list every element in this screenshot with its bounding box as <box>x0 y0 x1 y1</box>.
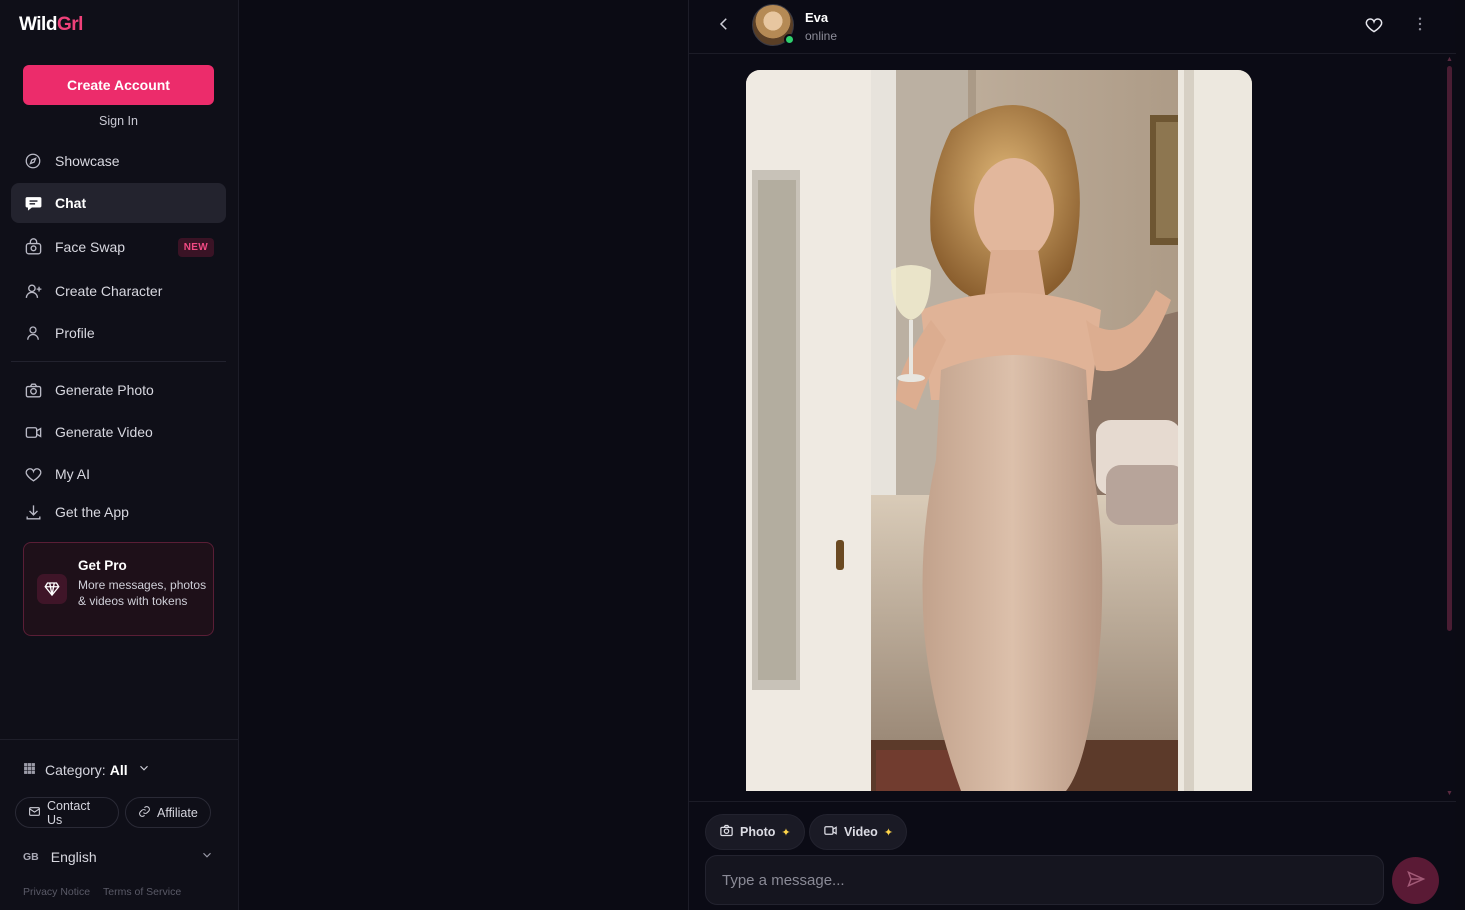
video-icon <box>11 423 55 442</box>
diamond-icon <box>37 574 67 604</box>
nav-label: Create Character <box>55 283 163 299</box>
heart-icon[interactable] <box>1364 15 1384 40</box>
scroll-down-icon[interactable]: ▼ <box>1446 790 1453 797</box>
nav-label: My AI <box>55 466 91 482</box>
back-arrow-icon[interactable] <box>715 15 733 38</box>
brand-name-part1: Wild <box>19 14 57 35</box>
contact-us-label: Contact Us <box>47 798 91 827</box>
photo-message[interactable] <box>746 70 1252 791</box>
compass-icon <box>11 152 55 170</box>
create-account-button[interactable]: Create Account <box>23 65 214 105</box>
link-icon <box>138 805 151 821</box>
scrollbar-thumb[interactable] <box>1447 66 1452 631</box>
send-icon <box>1406 869 1426 892</box>
nav-label: Generate Photo <box>55 382 154 398</box>
nav-label: Generate Video <box>55 424 153 440</box>
language-value: English <box>50 848 97 865</box>
camera-icon <box>11 381 55 400</box>
empty-content-area <box>239 0 688 910</box>
scroll-up-icon[interactable]: ▲ <box>1446 56 1453 63</box>
affiliate-button[interactable]: Affiliate <box>125 797 211 828</box>
sidebar: WildGrl Create Account Sign In Showcase … <box>0 0 239 910</box>
new-badge: NEW <box>177 237 214 257</box>
user-icon <box>11 324 55 342</box>
language-flag: GB <box>23 850 39 863</box>
affiliate-label: Affiliate <box>157 805 198 820</box>
sign-in-link[interactable]: Sign In <box>0 114 237 128</box>
nav-label: Showcase <box>55 153 120 169</box>
video-chip-label: Video <box>844 825 878 839</box>
nav-item-showcase[interactable]: Showcase <box>11 141 226 181</box>
nav-item-generate-video[interactable]: Generate Video <box>11 412 226 452</box>
nav-item-chat[interactable]: Chat <box>11 183 226 223</box>
nav-label: Get the App <box>55 504 129 520</box>
category-label: Category: <box>45 761 106 778</box>
send-button[interactable] <box>1392 857 1439 904</box>
video-request-chip[interactable]: Video ✦ <box>809 814 908 850</box>
app-root: WildGrl Create Account Sign In Showcase … <box>0 0 1465 910</box>
mail-icon <box>28 805 41 821</box>
nav-item-my-ai[interactable]: My AI <box>11 454 226 494</box>
chat-contact-status: online <box>805 29 838 43</box>
sidebar-bottom-divider <box>0 739 238 740</box>
heart-icon <box>11 465 55 484</box>
photo-request-chip[interactable]: Photo ✦ <box>705 814 805 850</box>
nav-label: Chat <box>55 195 87 211</box>
chat-header: Eva online <box>689 0 1456 54</box>
brand-logo[interactable]: WildGrl <box>19 14 83 36</box>
message-input[interactable] <box>705 855 1384 905</box>
photo-message-image <box>746 70 1252 791</box>
get-pro-title: Get Pro <box>78 558 127 573</box>
chat-contact-name: Eva <box>805 10 829 25</box>
nav-item-get-the-app[interactable]: Get the App <box>11 492 226 532</box>
nav-item-profile[interactable]: Profile <box>11 313 226 353</box>
brand-name-part2: Grl <box>56 14 83 35</box>
nav-label: Face Swap <box>55 239 126 255</box>
chevron-down-icon <box>137 761 151 778</box>
nav-item-generate-photo[interactable]: Generate Photo <box>11 370 226 410</box>
get-pro-card[interactable]: Get Pro More messages, photos & videos w… <box>23 542 214 636</box>
face-swap-icon <box>11 237 55 257</box>
message-list: ▲ ▼ <box>689 54 1456 801</box>
grid-icon <box>23 762 36 778</box>
privacy-notice-link[interactable]: Privacy Notice <box>23 886 90 898</box>
video-icon <box>823 823 838 841</box>
chat-bubble-icon <box>11 194 55 213</box>
terms-of-service-link[interactable]: Terms of Service <box>103 886 181 898</box>
nav-item-face-swap[interactable]: Face Swap NEW <box>11 227 226 267</box>
category-select[interactable]: Category: All <box>23 761 151 778</box>
language-select[interactable]: GB English <box>23 848 214 865</box>
download-icon <box>11 503 55 522</box>
composer-divider <box>689 801 1456 802</box>
contact-us-button[interactable]: Contact Us <box>15 797 119 828</box>
nav-item-create-character[interactable]: Create Character <box>11 271 226 311</box>
online-status-dot <box>784 34 795 45</box>
nav-divider <box>11 361 226 362</box>
category-value: All <box>109 761 128 778</box>
chevron-down-icon <box>200 848 214 865</box>
nav-label: Profile <box>55 325 95 341</box>
sparkle-icon: ✦ <box>781 826 791 839</box>
camera-icon <box>719 823 734 841</box>
sparkle-icon: ✦ <box>883 826 894 839</box>
more-options-icon[interactable] <box>1416 15 1424 38</box>
photo-chip-label: Photo <box>740 825 776 839</box>
user-plus-icon <box>11 282 55 301</box>
chat-panel: Eva online ▲ ▼ Photo ✦ Video ✦ Type a me… <box>688 0 1456 910</box>
get-pro-description: More messages, photos & videos with toke… <box>78 578 207 608</box>
